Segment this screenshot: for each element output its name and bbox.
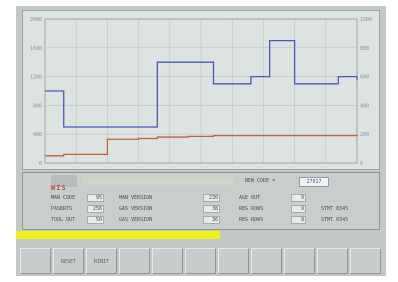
row-1-c-value: 9 [291, 205, 306, 213]
y-tick-left: 1600 [30, 46, 42, 52]
y-tick-right: 600 [360, 75, 369, 81]
y-tick-left: 1200 [30, 75, 42, 81]
function-key-4[interactable] [119, 248, 150, 274]
y-tick-right: 200 [360, 132, 369, 138]
row-0-c-label: AGE OUT [239, 195, 261, 201]
status-panel: WIS NEW CODE = 27017 MAN CODE 95 MAN VER… [22, 172, 380, 230]
function-key-bar: RESET RINIT [20, 248, 384, 274]
function-key-1[interactable] [20, 248, 51, 274]
logo: WIS [51, 175, 77, 192]
row-0-c-value: 9 [291, 194, 306, 202]
row-2-b-value: 36 [203, 216, 220, 224]
function-key-10[interactable] [317, 248, 348, 274]
row-2-b-label: GAS VERSION [119, 217, 153, 223]
y-tick-left: 400 [33, 132, 42, 138]
row-2-c-value: 9 [291, 216, 306, 224]
function-key-3[interactable]: RINIT [86, 248, 117, 274]
row-1-c-label: REG ROWS [239, 206, 264, 212]
function-key-5[interactable] [152, 248, 183, 274]
function-key-9[interactable] [284, 248, 315, 274]
function-key-6[interactable] [185, 248, 216, 274]
y-tick-left: 800 [33, 103, 42, 109]
trend-chart-svg: 0 400 800 1200 1600 2000 0 200 400 600 800 1000 [30, 17, 372, 167]
row-0-b-label: MAN VERSION [119, 195, 153, 201]
trend-chart: 0 400 800 1200 1600 2000 0 200 400 600 800 1000 [22, 10, 380, 170]
row-2-a-label: TOOL OUT [51, 217, 76, 223]
function-key-2[interactable]: RESET [53, 248, 84, 274]
progress-bar [16, 231, 220, 239]
y-tick-left: 0 [39, 161, 42, 167]
hmi-screen: 0 400 800 1200 1600 2000 0 200 400 600 800 1000 WIS… [16, 6, 386, 276]
y-tick-right: 0 [360, 161, 363, 167]
y-tick-left: 2000 [30, 17, 42, 23]
row-1-d-label: STMT 0345 [321, 206, 349, 212]
y-tick-right: 400 [360, 103, 369, 109]
y-tick-right: 1000 [360, 17, 372, 23]
new-code-input[interactable]: 27017 [299, 177, 329, 187]
row-1-b-value: 38 [203, 205, 220, 213]
panel-title-strip [83, 177, 233, 185]
row-0-b-value: 230 [203, 194, 220, 202]
new-code-label: NEW CODE = [245, 178, 276, 184]
row-1-b-label: GAS VERSION [119, 206, 153, 212]
row-0-a-label: MAN CODE [51, 195, 76, 201]
row-1-a-value: 256 [87, 205, 104, 213]
row-1-a-label: PASBRTS [51, 206, 73, 212]
row-2-d-label: STMT 0345 [321, 217, 349, 223]
row-2-c-label: REG ROWS [239, 217, 264, 223]
function-key-7[interactable] [218, 248, 249, 274]
row-0-a-value: 95 [87, 194, 104, 202]
function-key-11[interactable] [350, 248, 381, 274]
y-tick-right: 800 [360, 46, 369, 52]
function-key-8[interactable] [251, 248, 282, 274]
row-2-a-value: 50 [87, 216, 104, 224]
logo-text: WIS [51, 184, 67, 192]
